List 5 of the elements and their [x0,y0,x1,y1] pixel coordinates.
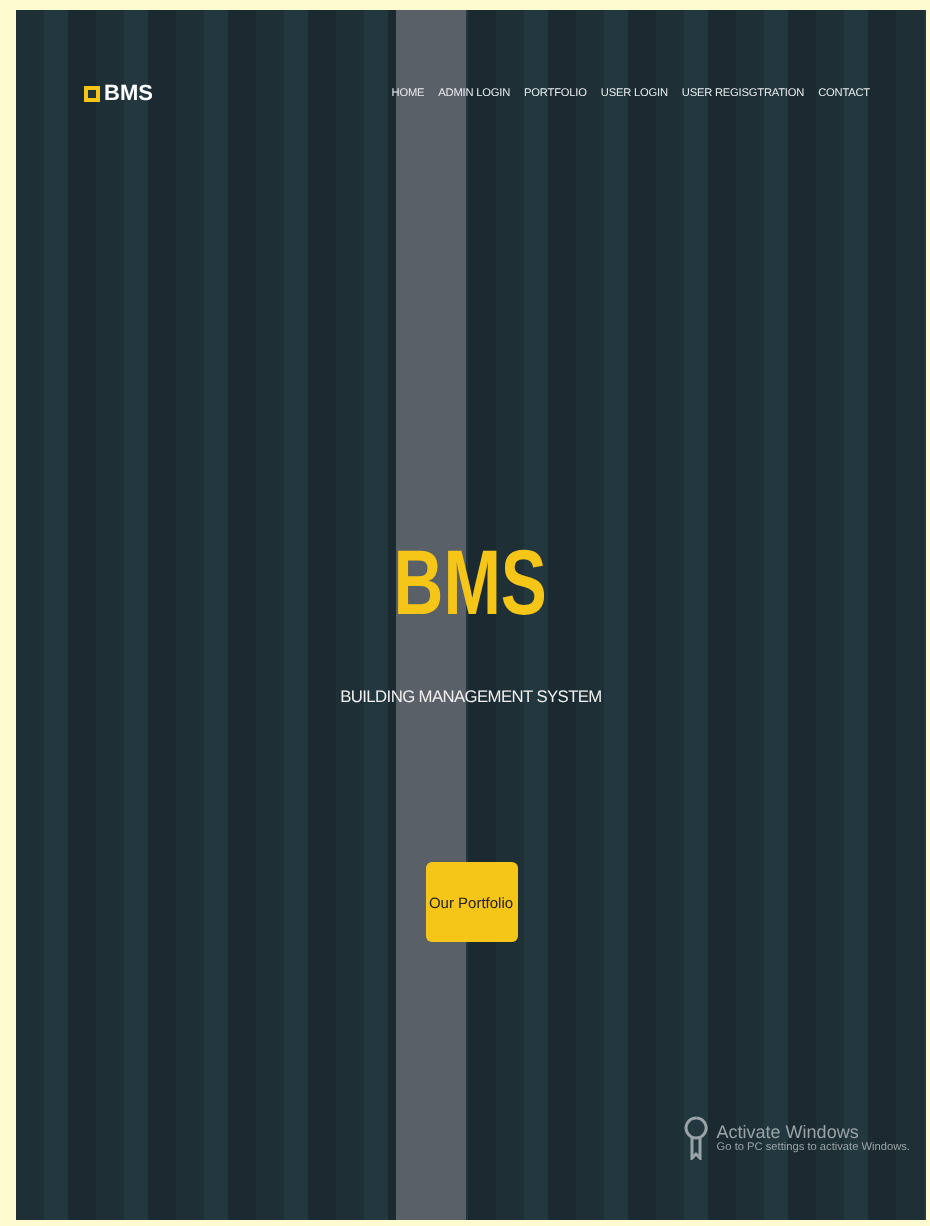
brand-name[interactable]: BMS [104,82,153,106]
logo-icon [84,86,100,102]
activation-title: Activate Windows [716,1122,861,1142]
hero-subtitle: BUILDING MANAGEMENT SYSTEM [340,686,602,706]
hero-title: BMS [394,532,548,632]
